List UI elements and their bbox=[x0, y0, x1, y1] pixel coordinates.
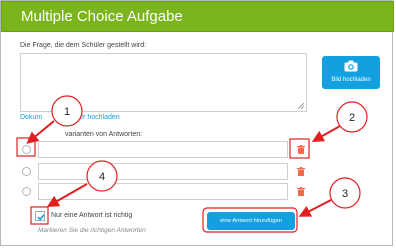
annotation-number-2: 2 bbox=[349, 112, 355, 124]
annotation-overlay: 1 2 3 4 bbox=[16, 95, 368, 233]
annotation-arrow-1 bbox=[26, 120, 55, 144]
annotation-box-add bbox=[202, 207, 298, 233]
annotation-number-3: 3 bbox=[342, 188, 348, 200]
annotation-arrow-4 bbox=[46, 183, 88, 207]
annotation-box-checkbox bbox=[30, 206, 49, 225]
annotation-box-radio bbox=[16, 137, 36, 157]
annotation-box-trash bbox=[289, 138, 310, 159]
annotation-number-1: 1 bbox=[64, 106, 70, 118]
annotation-arrow-3 bbox=[298, 199, 332, 217]
annotation-arrow-2 bbox=[311, 125, 341, 142]
annotation-number-4: 4 bbox=[99, 171, 105, 183]
